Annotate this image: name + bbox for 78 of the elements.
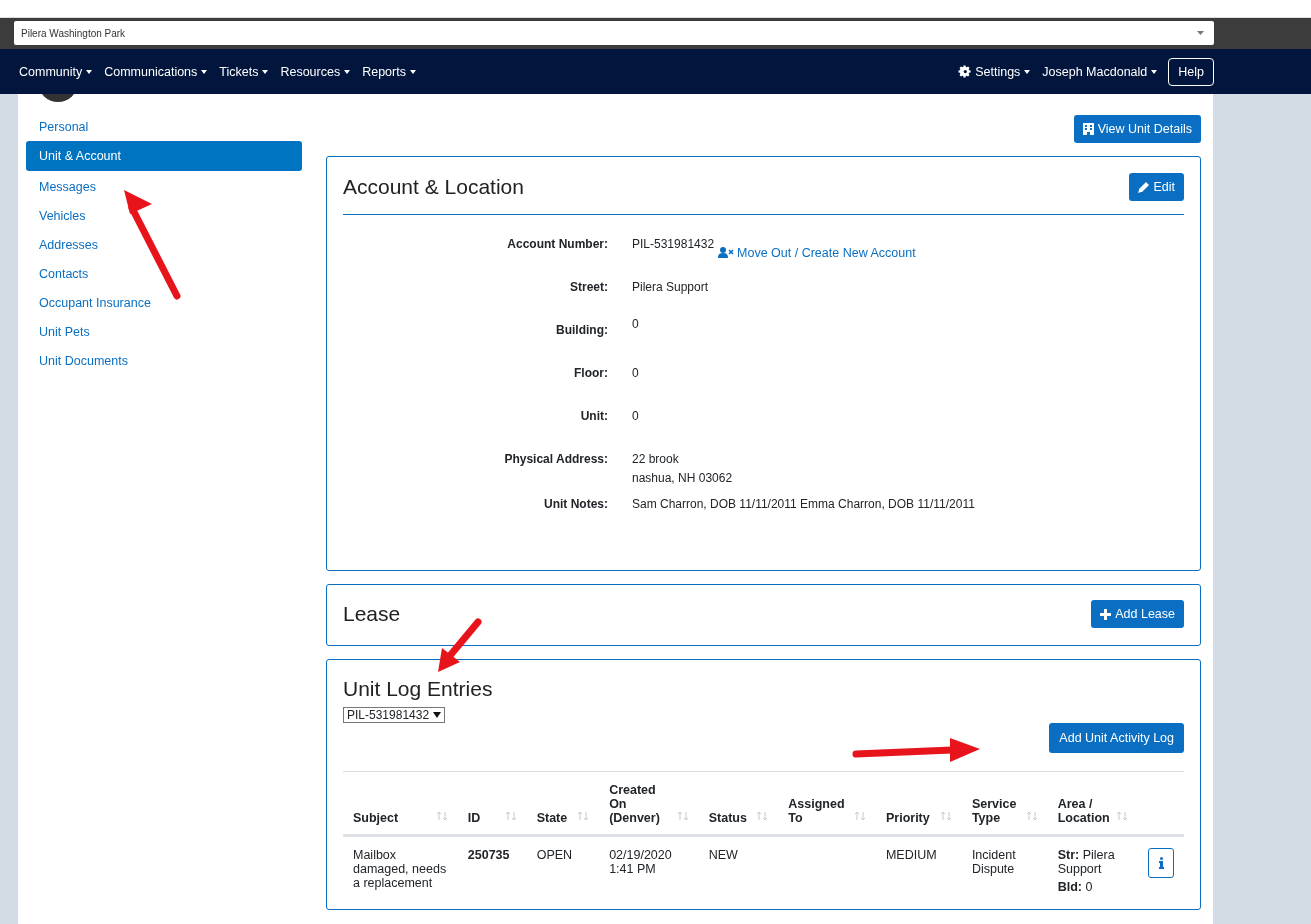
edit-button[interactable]: Edit (1129, 173, 1184, 201)
sort-icon (756, 811, 769, 821)
column-header[interactable]: Assigned To (778, 771, 876, 836)
move-out-link[interactable]: Move Out / Create New Account (718, 237, 916, 268)
table-cell-text: Str: Pilera Support (1057, 848, 1116, 876)
sidebar-item[interactable]: Messages (26, 172, 302, 201)
table-cell: NEW (708, 848, 738, 862)
table-cell: OPEN (536, 848, 573, 862)
caret-icon (1197, 31, 1204, 35)
caret-icon (433, 712, 442, 718)
column-header[interactable]: Priority (875, 771, 962, 836)
settings-menu[interactable]: Settings (953, 60, 1036, 83)
field-label: Account Number: (506, 237, 608, 253)
sidebar-item[interactable]: Addresses (26, 230, 302, 259)
info-icon (1158, 857, 1164, 869)
column-header[interactable]: ID (457, 771, 527, 836)
sort-icon (676, 811, 689, 821)
field-value: Sam Charron, DOB 11/11/2011 Emma Charron, DOB 11/11/2011 (632, 497, 976, 511)
column-header[interactable]: Service Type (961, 771, 1048, 836)
nav-menu[interactable]: Communications (99, 60, 213, 83)
sort-icon (1116, 811, 1128, 821)
sidebar-item[interactable]: Contacts (26, 259, 302, 288)
column-header[interactable]: Created On (Denver) (599, 771, 699, 836)
community-select[interactable]: Pilera Washington Park (14, 21, 1214, 45)
field-label: Floor: (573, 366, 608, 382)
add-lease-button[interactable]: Add Lease (1091, 600, 1184, 628)
plus-icon (1100, 608, 1112, 620)
field-value: nashua, NH 03062 (632, 471, 734, 485)
field-label: Unit Notes: (543, 497, 608, 513)
card-title: Unit Log Entries (343, 677, 494, 701)
nav-menu[interactable]: Reports (357, 60, 421, 83)
sidebar-item[interactable]: Unit Pets (26, 317, 302, 346)
field-value: 22 brook (632, 452, 680, 466)
user-remove-icon (718, 247, 735, 258)
table-cell: Incident Dispute (971, 848, 1016, 876)
nav-menu[interactable]: Resources (275, 60, 356, 83)
column-header[interactable]: State (526, 771, 600, 836)
table-cell-text: Bld: 0 (1057, 880, 1094, 894)
view-unit-details-button[interactable]: View Unit Details (1073, 115, 1201, 143)
nav-menu[interactable]: Community (14, 60, 98, 83)
table-cell: 250735 (467, 848, 510, 862)
table-cell: Mailbox damaged, needs a replacement (353, 848, 447, 890)
field-label: Building: (555, 323, 608, 339)
sort-icon (939, 811, 952, 821)
add-activity-log-button[interactable]: Add Unit Activity Log (1049, 723, 1184, 753)
sort-icon (1025, 811, 1038, 821)
info-button[interactable] (1148, 848, 1174, 878)
field-value: PIL-531981432 (632, 237, 715, 253)
sort-icon (435, 811, 448, 821)
sidebar-item[interactable]: Vehicles (26, 201, 302, 230)
nav-menu[interactable]: Tickets (214, 60, 274, 83)
field-value: 0 (632, 317, 640, 331)
sidebar-item[interactable]: Occupant Insurance (26, 288, 302, 317)
table-cell: MEDIUM (885, 848, 937, 862)
user-menu[interactable]: Joseph Macdonald (1037, 60, 1163, 83)
sort-icon (504, 811, 517, 821)
card-title: Lease (343, 602, 401, 626)
building-icon (1082, 123, 1094, 135)
sidebar-item[interactable]: Unit Documents (26, 346, 302, 375)
pencil-icon (1138, 181, 1150, 193)
column-header[interactable]: Status (698, 771, 779, 836)
sort-icon (853, 811, 866, 821)
field-label: Street: (569, 280, 608, 296)
field-value: 0 (632, 409, 640, 423)
settings-icon (958, 65, 972, 78)
table-cell: 02/19/2020 1:41 PM (609, 848, 672, 876)
field-label: Unit: (579, 409, 608, 425)
column-header[interactable]: Subject (343, 771, 458, 836)
card-title: Account & Location (343, 175, 524, 199)
field-label: Physical Address: (503, 452, 608, 468)
sidebar-item[interactable]: Personal (26, 112, 302, 141)
sidebar-item[interactable]: Unit & Account (26, 141, 302, 171)
column-header[interactable]: Area / Location (1047, 771, 1138, 836)
field-value: Pilera Support (632, 280, 710, 294)
account-select[interactable]: PIL-531981432 (343, 707, 446, 723)
help-button[interactable]: Help (1168, 57, 1214, 86)
field-value: 0 (632, 366, 640, 380)
sort-icon (577, 811, 590, 821)
